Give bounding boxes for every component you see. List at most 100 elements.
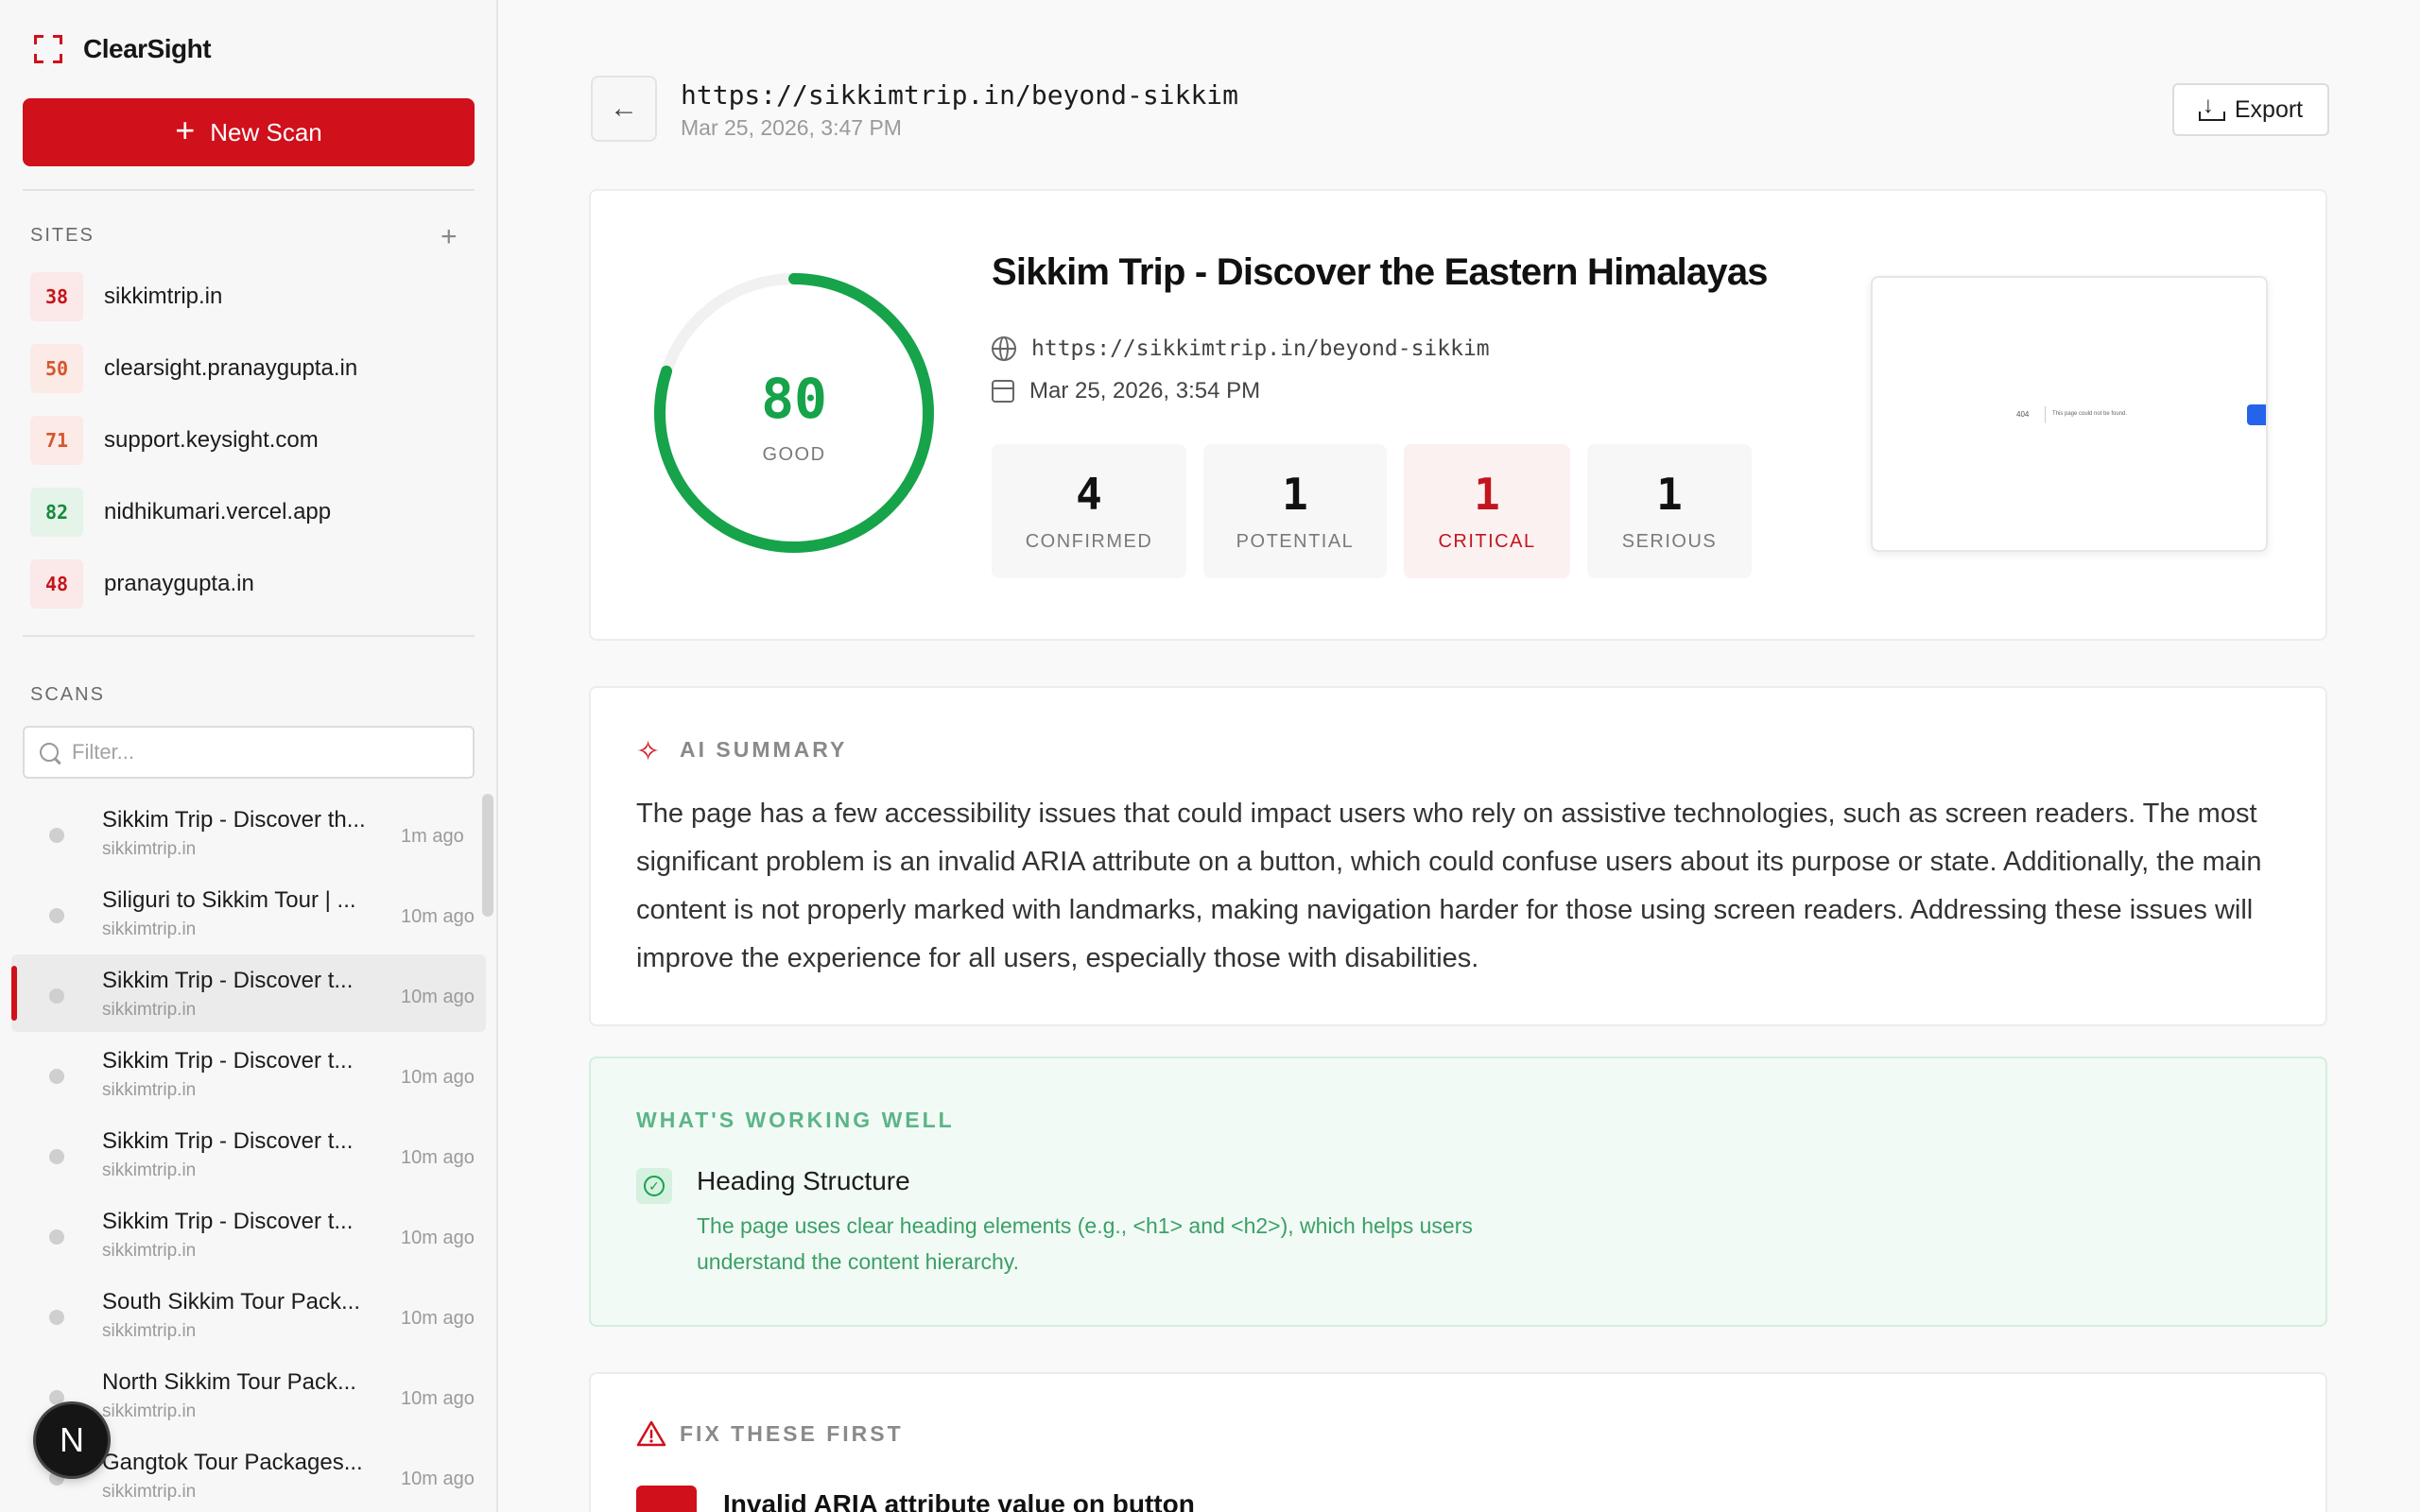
- site-score-badge: 48: [30, 559, 83, 609]
- check-circle-icon: ✓: [636, 1168, 672, 1204]
- scan-title: Siliguri to Sikkim Tour | ...: [102, 887, 356, 913]
- status-dot: [49, 1390, 64, 1405]
- scan-time: 1m ago: [401, 826, 464, 847]
- scan-domain: sikkimtrip.in: [102, 1000, 197, 1020]
- status-dot: [49, 1149, 64, 1164]
- brand[interactable]: ClearSight: [34, 32, 212, 66]
- scan-item[interactable]: South Sikkim Tour Pack... sikkimtrip.in …: [11, 1276, 486, 1353]
- scanned-at: Mar 25, 2026, 3:54 PM: [1029, 378, 1261, 404]
- sidebar-scrollbar[interactable]: [482, 794, 493, 917]
- scan-time: 10m ago: [401, 1308, 475, 1329]
- site-item[interactable]: 38 sikkimtrip.in: [30, 270, 222, 323]
- site-item[interactable]: 71 support.keysight.com: [30, 414, 319, 467]
- stat-label: SERIOUS: [1621, 531, 1718, 552]
- score-gauge: 80 GOOD: [648, 266, 941, 559]
- scan-domain: sikkimtrip.in: [102, 839, 197, 859]
- stat-label: CONFIRMED: [1025, 531, 1153, 552]
- export-label: Export: [2234, 95, 2304, 123]
- scan-frame-icon: [34, 35, 62, 63]
- status-dot: [49, 908, 64, 923]
- status-dot: [49, 1229, 64, 1245]
- status-dot: [49, 1069, 64, 1084]
- stat-value: 1: [1656, 469, 1683, 520]
- scan-domain: sikkimtrip.in: [102, 1160, 197, 1180]
- site-item[interactable]: 82 nidhikumari.vercel.app: [30, 486, 331, 539]
- scan-item[interactable]: Sikkim Trip - Discover t... sikkimtrip.i…: [11, 1115, 486, 1193]
- status-dot: [49, 828, 64, 843]
- add-site-button[interactable]: +: [441, 223, 458, 251]
- filter-input[interactable]: [72, 740, 450, 765]
- download-icon: [2198, 93, 2225, 121]
- site-score-badge: 71: [30, 416, 83, 465]
- scan-item-active[interactable]: Sikkim Trip - Discover t... sikkimtrip.i…: [11, 954, 486, 1032]
- stat-value: 1: [1474, 469, 1500, 520]
- stat-label: POTENTIAL: [1236, 531, 1355, 552]
- new-scan-button[interactable]: + New Scan: [23, 98, 475, 166]
- stat-value: 4: [1076, 469, 1102, 520]
- site-name: pranaygupta.in: [104, 571, 254, 596]
- export-button[interactable]: Export: [2172, 83, 2329, 136]
- fix-first-heading: FIX THESE FIRST: [680, 1421, 904, 1446]
- issue-title[interactable]: Invalid ARIA attribute value on button: [723, 1489, 1195, 1512]
- scan-domain: sikkimtrip.in: [102, 919, 197, 939]
- divider: [23, 635, 475, 637]
- scan-title: Sikkim Trip - Discover th...: [102, 807, 366, 833]
- thumbnail-divider: [2045, 406, 2046, 423]
- site-score-badge: 50: [30, 344, 83, 393]
- site-name: nidhikumari.vercel.app: [104, 499, 332, 524]
- scan-time: 10m ago: [401, 1228, 475, 1248]
- severity-badge: [636, 1486, 697, 1512]
- status-dot: [49, 1310, 64, 1325]
- scan-title: Sikkim Trip - Discover t...: [102, 1128, 354, 1154]
- stat-label: CRITICAL: [1438, 531, 1536, 552]
- scan-domain: sikkimtrip.in: [102, 1401, 197, 1421]
- sparkle-icon: ✧: [636, 736, 661, 767]
- page-screenshot-thumbnail[interactable]: 404 This page could not be found.: [1871, 276, 2268, 552]
- scan-title: North Sikkim Tour Pack...: [102, 1369, 356, 1395]
- user-avatar[interactable]: N: [36, 1404, 108, 1476]
- site-score-badge: 38: [30, 272, 83, 321]
- globe-icon: [992, 336, 1016, 361]
- scan-item[interactable]: Sikkim Trip - Discover t... sikkimtrip.i…: [11, 1035, 486, 1112]
- scan-title: South Sikkim Tour Pack...: [102, 1289, 360, 1314]
- page-url-row: https://sikkimtrip.in/beyond-sikkim: [992, 336, 1490, 361]
- plus-icon: +: [175, 111, 196, 149]
- fix-first-card: FIX THESE FIRST Invalid ARIA attribute v…: [589, 1372, 2327, 1512]
- site-item[interactable]: 48 pranaygupta.in: [30, 558, 254, 610]
- working-well-item-title: Heading Structure: [697, 1166, 910, 1195]
- site-name: clearsight.pranaygupta.in: [104, 355, 358, 381]
- scan-domain: sikkimtrip.in: [102, 1080, 197, 1100]
- stat-serious: 1 SERIOUS: [1587, 444, 1752, 578]
- ai-summary-card: ✧ AI SUMMARY The page has a few accessib…: [589, 686, 2327, 1026]
- score-value: 80: [761, 367, 827, 431]
- scan-item[interactable]: Sikkim Trip - Discover th... sikkimtrip.…: [11, 794, 486, 871]
- ai-summary-heading: AI SUMMARY: [680, 737, 848, 762]
- scan-time: 10m ago: [401, 1469, 475, 1489]
- arrow-left-icon: ←: [610, 93, 638, 124]
- back-button[interactable]: ←: [591, 76, 657, 142]
- scan-title: Sikkim Trip - Discover t...: [102, 968, 354, 993]
- scan-time: 10m ago: [401, 906, 475, 927]
- score-rating: GOOD: [762, 444, 826, 465]
- thumbnail-widget: [2247, 404, 2266, 425]
- calendar-icon: [992, 380, 1014, 403]
- new-scan-label: New Scan: [210, 117, 322, 146]
- scan-date: Mar 25, 2026, 3:47 PM: [681, 115, 902, 140]
- scan-time: 10m ago: [401, 987, 475, 1007]
- stat-value: 1: [1282, 469, 1308, 520]
- site-name: sikkimtrip.in: [104, 284, 223, 309]
- scan-filter[interactable]: [23, 726, 475, 779]
- divider: [23, 189, 475, 191]
- warning-icon: [636, 1420, 666, 1447]
- scan-title: Gangtok Tour Packages...: [102, 1450, 363, 1475]
- scan-domain: sikkimtrip.in: [102, 1482, 197, 1502]
- scan-item[interactable]: Siliguri to Sikkim Tour | ... sikkimtrip…: [11, 874, 486, 952]
- site-item[interactable]: 50 clearsight.pranaygupta.in: [30, 342, 357, 395]
- scan-domain: sikkimtrip.in: [102, 1241, 197, 1261]
- scan-item[interactable]: Sikkim Trip - Discover t... sikkimtrip.i…: [11, 1195, 486, 1273]
- scan-title: Sikkim Trip - Discover t...: [102, 1048, 354, 1074]
- app-name: ClearSight: [83, 34, 212, 63]
- site-name: support.keysight.com: [104, 427, 319, 453]
- page-title: Sikkim Trip - Discover the Eastern Himal…: [992, 251, 1769, 293]
- thumbnail-message: This page could not be found.: [2052, 411, 2128, 417]
